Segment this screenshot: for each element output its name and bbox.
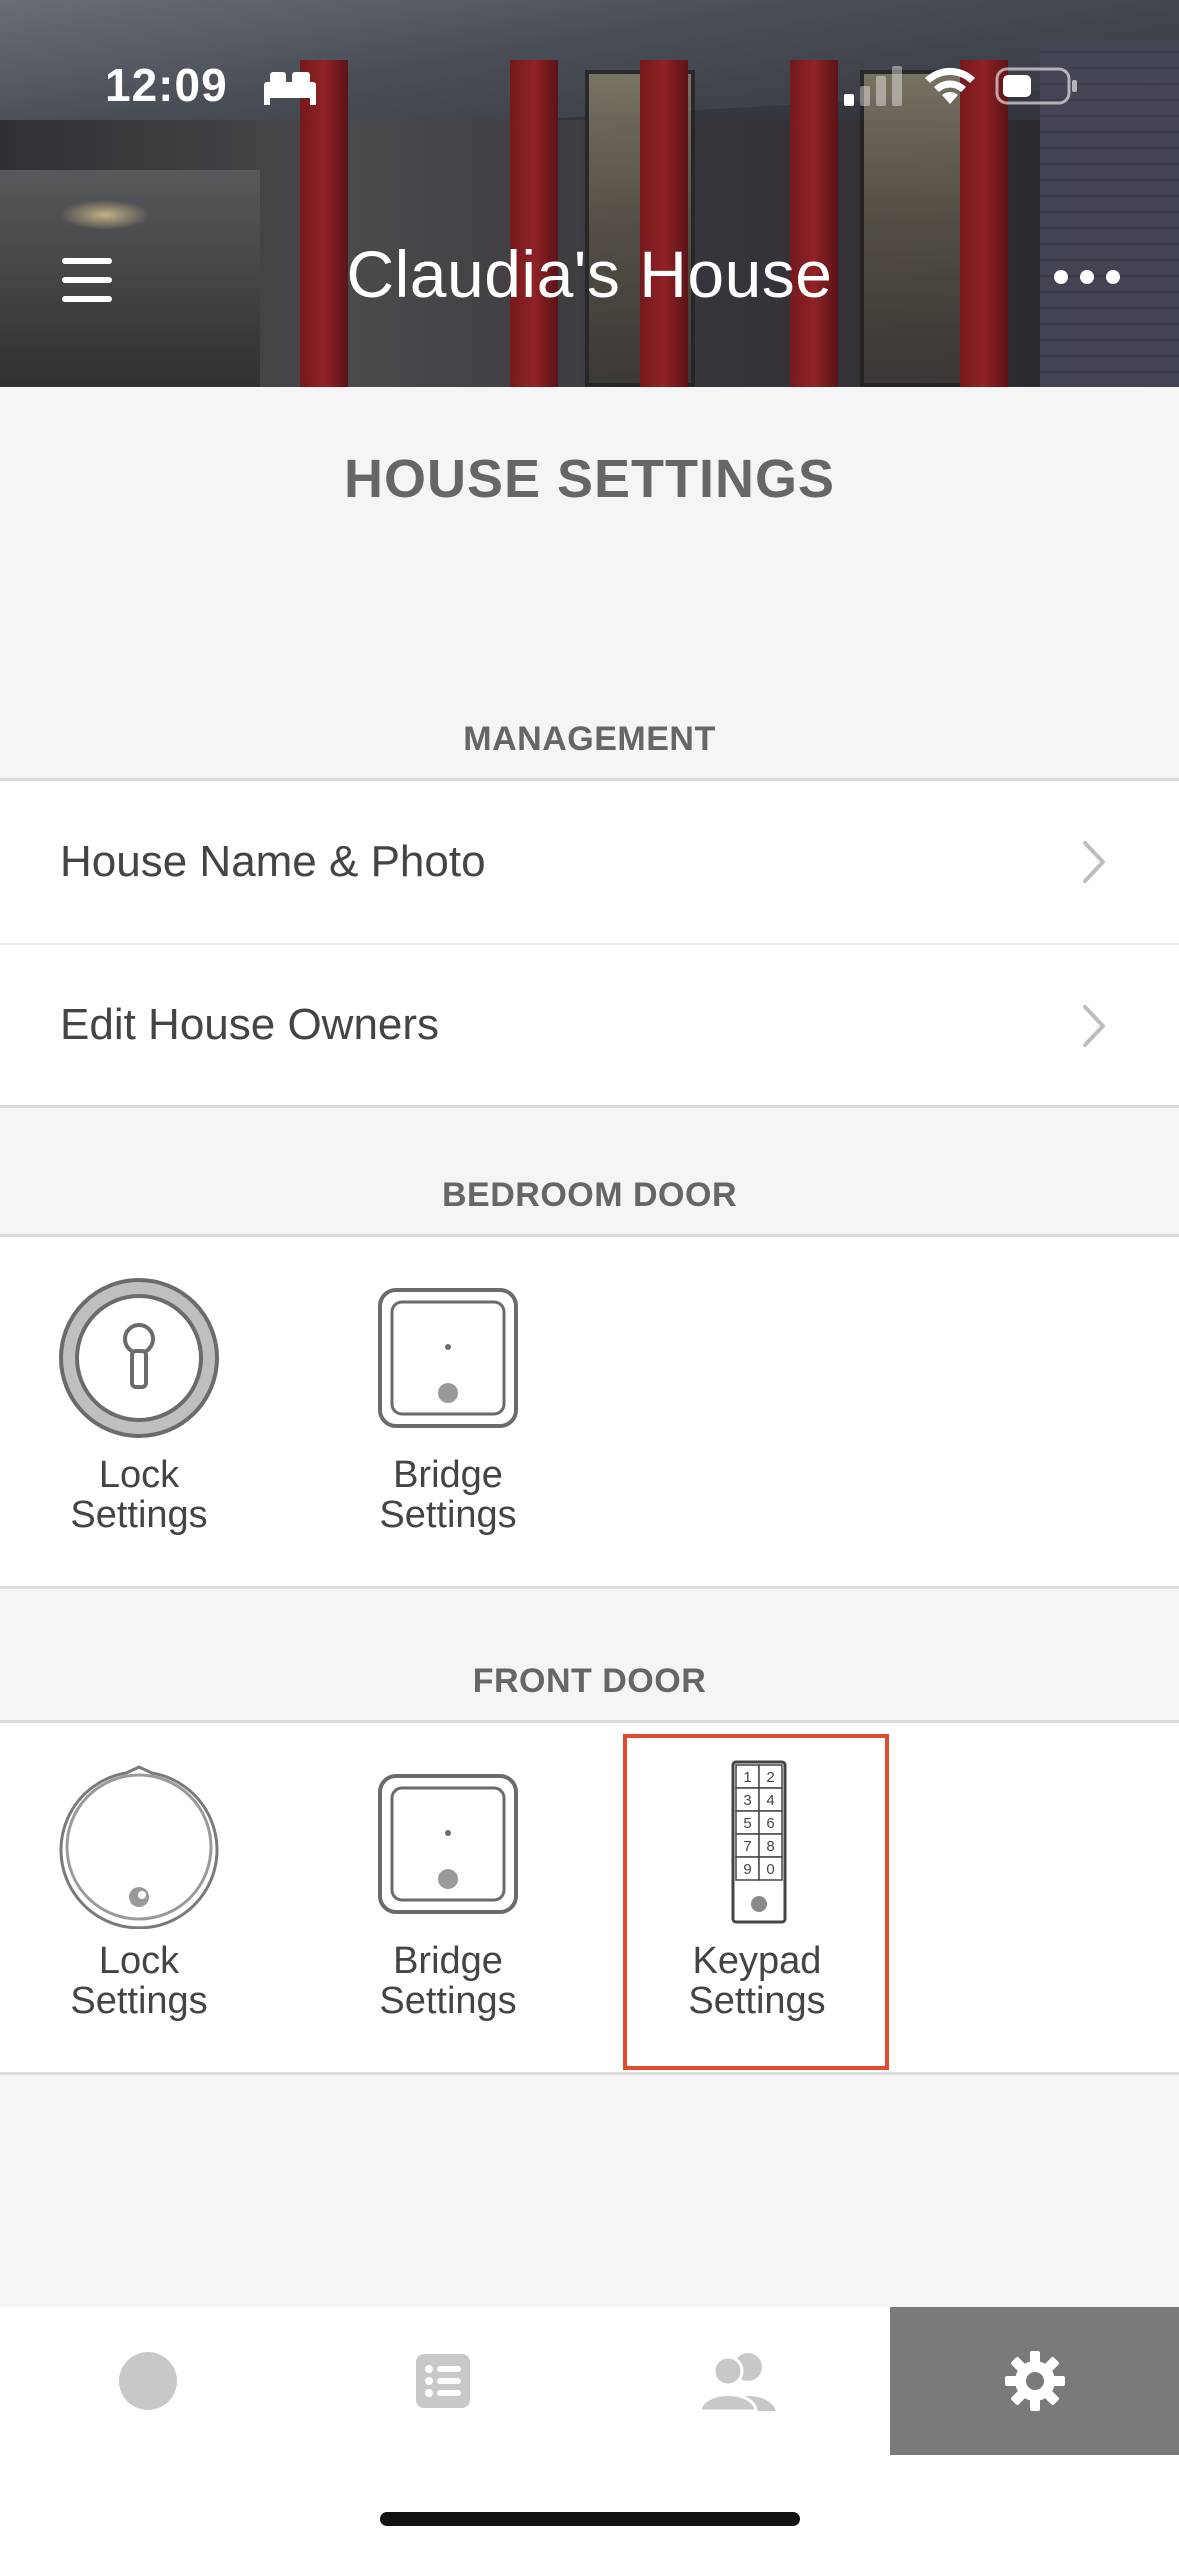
cellular-signal-icon [844,66,902,106]
lock-status-icon [118,2352,177,2410]
tab-settings[interactable] [890,2307,1179,2455]
page-title: HOUSE SETTINGS [343,449,836,509]
more-options-icon[interactable] [1054,262,1124,292]
bridge-icon [378,1288,518,1428]
device-label-line2: Settings [379,1980,517,2022]
bed-icon [264,72,316,105]
tab-guests[interactable] [590,2307,885,2455]
bridge-icon [378,1774,518,1914]
house-name-photo-row[interactable]: House Name & Photo [0,781,1179,943]
tab-lock[interactable] [0,2307,295,2455]
wifi-icon [925,67,975,104]
bedroom-bridge-settings-button[interactable]: Bridge Settings [338,1273,558,1535]
front-bridge-settings-button[interactable]: Bridge Settings [338,1759,558,2021]
activity-list-icon [415,2354,470,2408]
device-label-line1: Bridge [393,1940,503,1982]
chevron-right-icon [1083,1005,1105,1047]
device-label-line2: Settings [70,1494,208,1536]
smart-lock-icon [59,1765,219,1929]
section-header-management: MANAGEMENT [463,720,716,758]
bedroom-lock-settings-button[interactable]: Lock Settings [29,1273,249,1535]
front-door-devices: Lock Settings Bridge Settings 1234567890… [0,1720,1179,2075]
home-indicator [380,2512,800,2526]
section-header-bedroom-door: BEDROOM DOOR [442,1176,737,1214]
edit-house-owners-row[interactable]: Edit House Owners [0,943,1179,1105]
status-time: 12:09 [105,59,228,111]
section-header-front-door: FRONT DOOR [472,1662,707,1700]
device-label-line1: Lock [98,1940,180,1982]
device-label-line1: Lock [98,1454,180,1496]
house-header: 12:09 Claudia's House [0,0,1179,387]
battery-icon [995,67,1077,105]
settings-gear-icon [1004,2351,1065,2411]
device-label-line1: Bridge [393,1454,503,1496]
device-label-line2: Settings [70,1980,208,2022]
lock-icon [59,1278,219,1438]
row-label: House Name & Photo [60,837,486,886]
front-lock-settings-button[interactable]: Lock Settings [29,1759,249,2021]
bedroom-door-devices: Lock Settings Bridge Settings [0,1234,1179,1589]
guests-icon [697,2353,776,2413]
device-label-line2: Settings [379,1494,517,1536]
keypad-highlight-box [623,1734,889,2070]
management-list: House Name & Photo Edit House Owners [0,778,1179,1108]
house-title: Claudia's House [346,237,833,311]
tab-activity[interactable] [295,2307,590,2455]
row-label: Edit House Owners [60,1000,440,1049]
chevron-right-icon [1083,841,1105,883]
